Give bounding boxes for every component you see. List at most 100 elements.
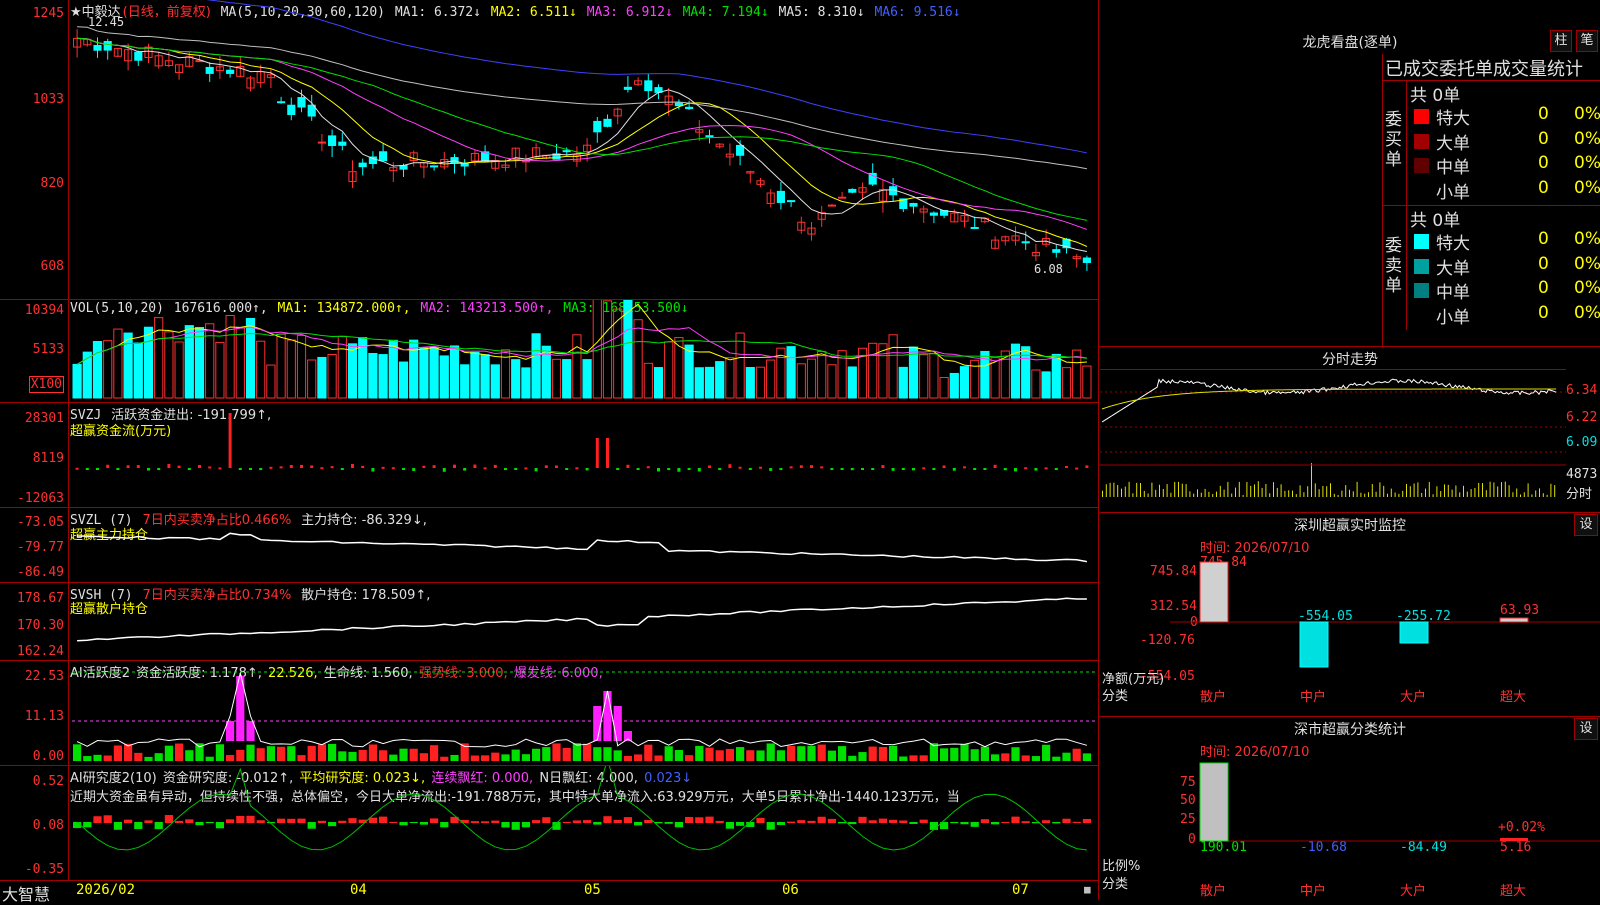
volume-bar <box>439 355 449 399</box>
ts-vol-bar <box>1428 482 1430 497</box>
research-bar <box>827 818 836 823</box>
activity-bar <box>919 755 928 761</box>
volume-bar <box>929 352 939 399</box>
activity-bar <box>317 744 326 761</box>
svsh-chart[interactable] <box>0 583 1099 660</box>
bar-mode-button[interactable]: 柱 <box>1550 30 1572 52</box>
ts-vol-bar <box>1166 484 1168 497</box>
activity-bar <box>817 744 826 761</box>
ts-vol-bar <box>1117 484 1119 497</box>
ai-activity-chart[interactable] <box>0 661 1099 765</box>
ts-vol-bar <box>1554 485 1556 497</box>
main-holding-line <box>77 532 1088 563</box>
research-bar <box>1082 818 1091 823</box>
research-bar <box>175 820 184 823</box>
kline-chart[interactable] <box>0 0 1099 299</box>
candle <box>685 106 694 110</box>
volume-bar <box>745 367 755 399</box>
activity-bar <box>674 750 683 761</box>
volume-bar <box>337 335 347 399</box>
order-row-0: 特大 0 0% <box>1406 229 1600 254</box>
research-bar <box>562 821 571 823</box>
flow-bar <box>779 468 783 470</box>
ai-activity-panel[interactable]: 22.53 11.13 0.00 AI活跃度2 资金活跃度: 1.178↑, 2… <box>0 661 1099 766</box>
activity-bar <box>185 750 194 761</box>
ts-vol-bar <box>1299 485 1301 497</box>
volume-chart[interactable] <box>0 300 1099 402</box>
candle <box>1082 257 1091 263</box>
x-label-may: 05 <box>584 882 601 898</box>
volume-bar <box>521 367 531 399</box>
activity-bar <box>348 751 357 761</box>
volume-bar <box>368 353 378 399</box>
ts-vol-bar <box>1352 491 1354 497</box>
split-divider[interactable] <box>1098 0 1099 900</box>
flow-bar <box>269 466 273 469</box>
ts-vol-bar <box>1379 482 1381 497</box>
research-bar <box>695 817 704 823</box>
svzj-chart[interactable] <box>0 403 1099 507</box>
flow-bar <box>891 468 895 471</box>
realtime-monitor-panel: 深圳超赢实时监控 设 时间: 2026/07/10 745.84 312.54 … <box>1100 513 1600 717</box>
kline-panel[interactable]: 1245 1033 820 608 ★中毅达 (日线，前复权) MA(5,10,2… <box>0 0 1099 300</box>
ts-vol-bar <box>1185 484 1187 497</box>
ts-vol-bar <box>1143 490 1145 497</box>
activity-bar <box>838 746 847 761</box>
research-bar <box>103 815 112 823</box>
timeshare-panel[interactable]: 分时走势 6.34 6.22 6.09 4873 分时 <box>1100 347 1600 513</box>
ts-vol-bar <box>1485 490 1487 497</box>
flow-bar <box>810 465 813 468</box>
svzl-chart[interactable] <box>0 508 1099 582</box>
research-bar <box>705 816 714 823</box>
ts-vol-bar <box>1181 483 1183 497</box>
ts-vol-bar <box>1124 486 1126 497</box>
svzj-panel[interactable]: 28301 8119 -12063 SVZJ 活跃资金进出: -191.799↑… <box>0 403 1099 508</box>
ts-vol-bar <box>1501 482 1502 497</box>
volume-bar <box>388 339 398 399</box>
volume-bar <box>919 354 929 399</box>
svsh-panel[interactable]: 178.67 170.30 162.24 SVSH (7) 7日内买卖净占比0.… <box>0 583 1099 661</box>
ai-research-chart[interactable] <box>0 766 1099 880</box>
retail-holding-line <box>77 597 1087 642</box>
volume-bar <box>582 359 592 399</box>
volume-bar <box>317 356 327 399</box>
ts-vol-bar <box>1219 485 1221 497</box>
research-bar <box>980 819 989 823</box>
flow-bar <box>340 468 344 470</box>
ts-vol-bar <box>1128 481 1130 497</box>
ts-vol-bar <box>1516 488 1518 497</box>
research-bar <box>419 822 428 825</box>
ts-vol-bar <box>1250 485 1252 497</box>
flow-bar <box>1003 468 1007 471</box>
ts-vol-bar <box>1246 482 1248 497</box>
ai-research-panel[interactable]: 0.52 0.08 -0.35 AI研究度2(10) 资金研究度: -0.012… <box>0 766 1099 881</box>
volume-bar <box>286 339 296 399</box>
ts-vol-bar <box>1197 489 1198 497</box>
activity-bar <box>746 750 755 761</box>
activity-bar <box>899 756 908 761</box>
flow-bar <box>544 465 548 468</box>
volume-bar <box>378 354 388 399</box>
activity-bar <box>623 755 632 761</box>
research-bar <box>164 815 173 823</box>
lock-icon[interactable]: ■ <box>1084 883 1091 896</box>
svzl-panel[interactable]: -73.05 -79.77 -86.49 SVZL (7) 7日内买卖净占比0.… <box>0 508 1099 583</box>
research-bar <box>236 815 245 823</box>
activity-bar <box>236 749 245 761</box>
x-label-jun: 06 <box>782 882 799 898</box>
activity-bar <box>725 748 734 761</box>
candle <box>460 163 469 167</box>
timeshare-chart[interactable] <box>1100 347 1566 512</box>
research-bar <box>409 822 418 824</box>
order-type: 特大 <box>1436 109 1470 129</box>
volume-bar <box>398 361 409 399</box>
volume-bar <box>480 354 490 399</box>
ts-vol-bar <box>1444 484 1445 497</box>
tick-mode-button[interactable]: 笔 <box>1576 30 1598 52</box>
activity-bar <box>266 746 275 761</box>
research-bar <box>297 818 306 823</box>
volume-bar <box>184 325 194 399</box>
volume-panel[interactable]: 10394 5133 X100 VOL(5,10,20) 167616.000↑… <box>0 300 1099 403</box>
color-swatch <box>1414 307 1429 323</box>
volume-bar <box>959 366 970 399</box>
